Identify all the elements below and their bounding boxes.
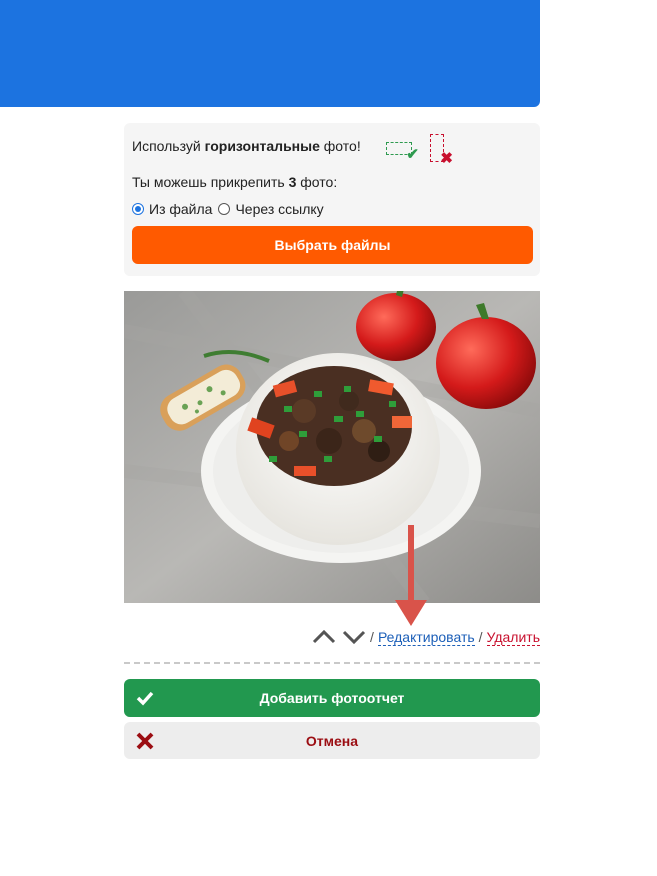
edit-link[interactable]: Редактировать (377, 629, 475, 646)
horizontal-frame-icon: ✔ (386, 142, 419, 162)
cancel-label: Отмена (305, 732, 359, 749)
cancel-button[interactable]: Отмена (124, 722, 540, 759)
add-photo-report-button[interactable]: Добавить фотоотчет (124, 679, 540, 717)
source-option-file-label: Из файла (149, 201, 213, 217)
orientation-hint: Используй горизонтальные фото! (132, 137, 361, 155)
divider (124, 662, 540, 664)
chevron-up-icon[interactable] (312, 629, 336, 645)
add-photo-report-label: Добавить фотоотчет (259, 690, 405, 706)
hint-emphasis: горизонтальные (204, 138, 320, 154)
photo-count-text: Ты можешь прикрепить 3 фото: (132, 174, 337, 190)
top-banner (0, 0, 540, 107)
photo-count-suffix: фото: (296, 174, 338, 190)
delete-link[interactable]: Удалить (486, 629, 540, 646)
radio-link[interactable] (218, 203, 231, 215)
check-icon (136, 691, 154, 706)
radio-file[interactable] (132, 203, 144, 215)
cross-icon: ✖ (440, 150, 453, 167)
source-option-link[interactable]: Через ссылку (218, 201, 324, 217)
choose-files-button[interactable]: Выбрать файлы (132, 226, 533, 264)
cross-icon (136, 732, 154, 750)
source-option-file[interactable]: Из файла (132, 201, 212, 217)
hint-suffix: фото! (319, 138, 361, 154)
source-option-link-label: Через ссылку (235, 201, 324, 217)
chevron-down-icon[interactable] (342, 629, 366, 645)
photo-controls: / Редактировать / Удалить (312, 626, 540, 648)
check-icon: ✔ (406, 146, 419, 163)
upload-panel: Используй горизонтальные фото! ✔ ✖ Ты мо… (124, 123, 540, 276)
separator: / (478, 629, 483, 645)
photo-count-prefix: Ты можешь прикрепить (132, 174, 289, 190)
separator: / (370, 629, 374, 645)
vertical-frame-icon: ✖ (430, 134, 453, 166)
hint-prefix: Используй (132, 138, 205, 154)
food-photo-image (124, 291, 540, 603)
uploaded-photo (124, 291, 540, 603)
source-selector: Из файла Через ссылку (132, 201, 330, 217)
